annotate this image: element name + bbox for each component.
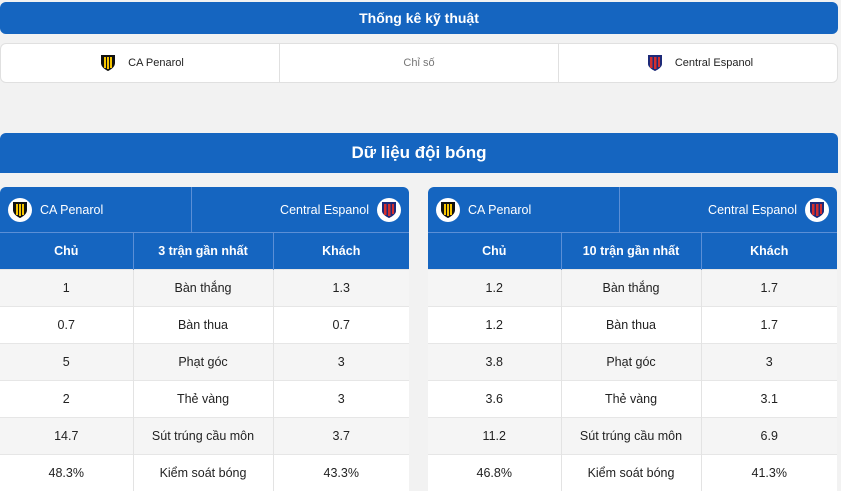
table-row: 2 Thẻ vàng 3 (0, 380, 409, 418)
home-value: 3.8 (428, 343, 561, 381)
tech-stats-header: Thống kê kỹ thuật (0, 2, 838, 34)
home-value: 3.6 (428, 380, 561, 418)
home-value: 11.2 (428, 417, 561, 455)
panel-team-row: CA Penarol Central Espanol (428, 187, 837, 232)
home-value: 48.3% (0, 454, 133, 491)
stat-label: Kiểm soát bóng (560, 454, 701, 491)
panel-away-team[interactable]: Central Espanol (192, 187, 409, 232)
penarol-crest-icon (8, 197, 32, 222)
team-data-header: Dữ liệu đội bóng (0, 133, 838, 173)
table-row: 46.8% Kiểm soát bóng 41.3% (428, 454, 837, 491)
table-row: 11.2 Sút trúng cầu môn 6.9 (428, 417, 837, 455)
stat-label: Phạt góc (560, 343, 701, 381)
tech-stats-row: CA Penarol Chỉ số Central Espanol (0, 43, 838, 83)
tech-home-team[interactable]: CA Penarol (1, 44, 279, 82)
central-espanol-crest-icon (642, 51, 667, 75)
home-value: 2 (0, 380, 133, 418)
table-row: 48.3% Kiểm soát bóng 43.3% (0, 454, 409, 491)
stat-label: Phạt góc (132, 343, 273, 381)
away-value: 6.9 (700, 417, 837, 455)
col-stat-header: 3 trận gần nhất (132, 232, 273, 270)
tech-home-team-name: CA Penarol (128, 57, 184, 69)
stats-panel-last-3: CA Penarol Central Espanol Chủ 3 trận gầ… (0, 187, 409, 491)
away-value: 0.7 (272, 306, 409, 344)
stat-label: Thẻ vàng (560, 380, 701, 418)
table-row: 5 Phạt góc 3 (0, 343, 409, 381)
panel-away-team-name: Central Espanol (280, 202, 369, 217)
table-row: 1.2 Bàn thua 1.7 (428, 306, 837, 344)
tech-away-team-name: Central Espanol (674, 57, 754, 69)
home-value: 14.7 (0, 417, 133, 455)
col-away-header: Khách (272, 232, 409, 270)
central-espanol-crest-icon (805, 197, 829, 222)
away-value: 3 (700, 343, 837, 381)
away-value: 41.3% (700, 454, 837, 491)
stats-table: Chủ 3 trận gần nhất Khách 1 Bàn thắng 1.3 … (0, 232, 409, 491)
panel-team-row: CA Penarol Central Espanol (0, 187, 409, 232)
panel-home-team[interactable]: CA Penarol (0, 187, 192, 232)
away-value: 1.3 (272, 269, 409, 307)
col-home-header: Chủ (0, 232, 133, 270)
panel-home-team-name: CA Penarol (468, 202, 532, 217)
stat-label: Bàn thắng (560, 269, 701, 307)
penarol-crest-icon (96, 51, 121, 75)
home-value: 0.7 (0, 306, 133, 344)
table-row: 3.8 Phạt góc 3 (428, 343, 837, 381)
home-value: 1.2 (428, 306, 561, 344)
panel-home-team-name: CA Penarol (40, 202, 104, 217)
away-value: 3 (272, 343, 409, 381)
away-value: 1.7 (700, 269, 837, 307)
panel-away-team[interactable]: Central Espanol (620, 187, 837, 232)
away-value: 3 (272, 380, 409, 418)
stats-panel-last-10: CA Penarol Central Espanol Chủ 10 trận g… (428, 187, 837, 491)
table-row: 14.7 Sút trúng cầu môn 3.7 (0, 417, 409, 455)
tech-middle-cell: Chỉ số (279, 44, 559, 82)
home-value: 5 (0, 343, 133, 381)
stats-table-header: Chủ 10 trận gần nhất Khách (428, 232, 837, 270)
penarol-crest-icon (436, 197, 460, 222)
col-home-header: Chủ (428, 232, 561, 270)
panel-away-team-name: Central Espanol (708, 202, 797, 217)
away-value: 1.7 (700, 306, 837, 344)
panel-home-team[interactable]: CA Penarol (428, 187, 620, 232)
stat-label: Sút trúng cầu môn (132, 417, 273, 455)
home-value: 46.8% (428, 454, 561, 491)
stat-label: Sút trúng cầu môn (560, 417, 701, 455)
team-data-title: Dữ liệu đội bóng (351, 143, 487, 162)
stats-table: Chủ 10 trận gần nhất Khách 1.2 Bàn thắng 1… (428, 232, 837, 491)
table-row: 3.6 Thẻ vàng 3.1 (428, 380, 837, 418)
away-value: 43.3% (272, 454, 409, 491)
stat-label: Thẻ vàng (132, 380, 273, 418)
table-row: 1 Bàn thắng 1.3 (0, 269, 409, 307)
table-row: 0.7 Bàn thua 0.7 (0, 306, 409, 344)
central-espanol-crest-icon (377, 197, 401, 222)
tech-middle-label: Chỉ số (403, 57, 435, 69)
tech-away-team[interactable]: Central Espanol (559, 44, 837, 82)
away-value: 3.1 (700, 380, 837, 418)
stat-label: Bàn thua (132, 306, 273, 344)
away-value: 3.7 (272, 417, 409, 455)
tech-stats-title: Thống kê kỹ thuật (359, 10, 479, 26)
stat-label: Bàn thắng (132, 269, 273, 307)
home-value: 1 (0, 269, 133, 307)
col-stat-header: 10 trận gần nhất (560, 232, 701, 270)
col-away-header: Khách (700, 232, 837, 270)
stat-label: Bàn thua (560, 306, 701, 344)
stats-table-header: Chủ 3 trận gần nhất Khách (0, 232, 409, 270)
home-value: 1.2 (428, 269, 561, 307)
stat-label: Kiểm soát bóng (132, 454, 273, 491)
table-row: 1.2 Bàn thắng 1.7 (428, 269, 837, 307)
